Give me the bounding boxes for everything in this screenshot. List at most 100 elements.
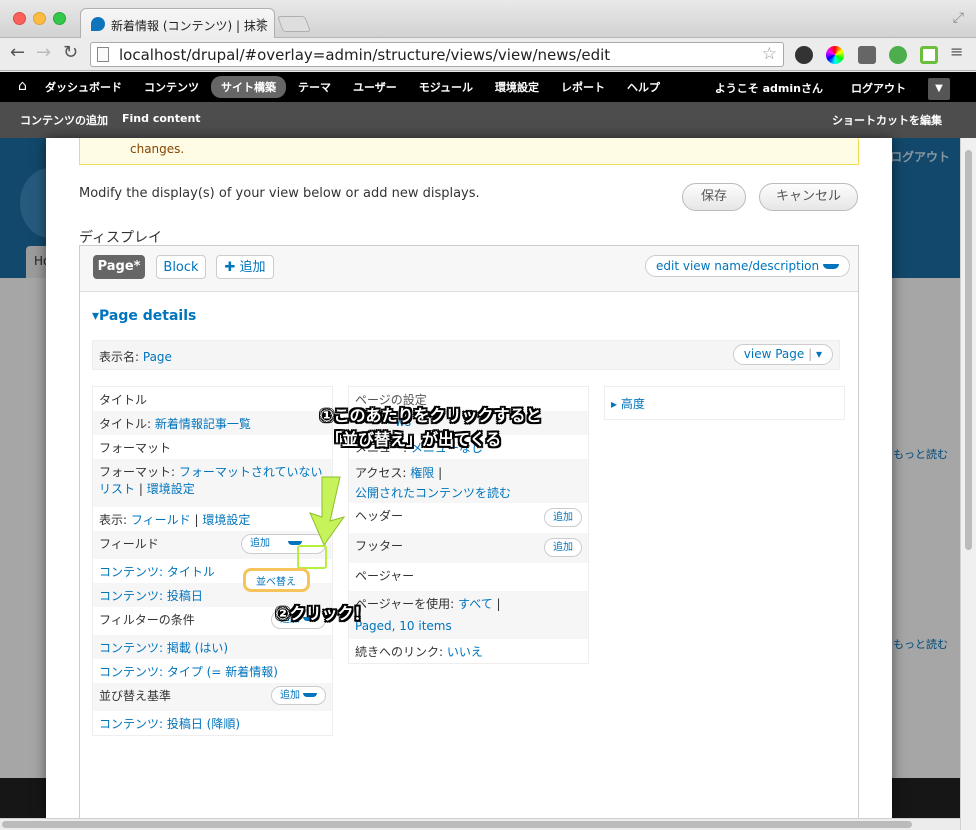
title-heading: タイトル <box>99 393 148 407</box>
reload-icon[interactable]: ↻ <box>63 42 78 63</box>
tab-page[interactable]: Page* <box>93 255 145 279</box>
view-page-button[interactable]: view Page | ▾ <box>732 344 833 365</box>
admin-menu: ダッシュボード コンテンツ サイト構築 テーマ ユーザー モジュール 環境設定 … <box>45 72 682 102</box>
incognito-extension-icon[interactable] <box>795 46 813 64</box>
access-value-link[interactable]: 権限 <box>410 466 434 480</box>
shortcut-add-content[interactable]: コンテンツの追加 <box>20 112 108 128</box>
pager-heading: ページャー <box>355 569 415 583</box>
display-name-bar: 表示名: Page view Page | ▾ <box>92 340 840 370</box>
forward-arrow-icon[interactable]: → <box>36 42 51 63</box>
sort-date-link[interactable]: コンテンツ: 投稿日 (降順) <box>93 711 332 735</box>
tab-block[interactable]: Block <box>156 255 206 279</box>
format-heading: フォーマット <box>99 441 172 455</box>
filter-published-link[interactable]: コンテンツ: 掲載 (はい) <box>93 635 332 659</box>
url-text: localhost/drupal/#overlay=admin/structur… <box>119 46 611 64</box>
annotation-highlight-caret <box>297 545 327 569</box>
views-edit-overlay: changes. Modify the display(s) of your v… <box>46 138 892 818</box>
warning-message: changes. <box>79 138 859 165</box>
minimize-window-button[interactable] <box>33 12 46 25</box>
logout-link[interactable]: ログアウト <box>851 80 906 96</box>
page-icon <box>97 47 109 62</box>
url-bar[interactable]: localhost/drupal/#overlay=admin/structur… <box>90 42 784 67</box>
sort-button[interactable]: 並べ替え <box>243 568 310 592</box>
display-name-link[interactable]: Page <box>143 350 172 364</box>
shortcuts-bar: コンテンツの追加 Find content ショートカットを編集 <box>0 102 976 138</box>
intro-text: Modify the display(s) of your view below… <box>79 186 480 201</box>
edit-view-name-button[interactable]: edit view name/description <box>645 255 851 277</box>
displays-panel: Page* Block ✚ 追加 edit view name/descript… <box>79 245 859 818</box>
chevron-down-icon: ▾ <box>815 347 822 361</box>
warning-text: changes. <box>130 142 185 156</box>
display-tabs: Page* Block ✚ 追加 edit view name/descript… <box>80 246 858 292</box>
extension-icon[interactable] <box>858 46 876 64</box>
save-button[interactable]: 保存 <box>682 183 746 211</box>
browser-toolbar: ← → ↻ localhost/drupal/#overlay=admin/st… <box>0 38 976 71</box>
filter-heading: フィルターの条件 <box>99 613 195 627</box>
annotation-step2: ②クリック！ <box>276 604 370 623</box>
menu-configuration[interactable]: 環境設定 <box>495 79 539 95</box>
menu-modules[interactable]: モジュール <box>419 79 473 95</box>
display-name-label: 表示名: <box>99 350 140 364</box>
footer-add-button[interactable]: 追加 <box>544 538 582 557</box>
edit-shortcuts-link[interactable]: ショートカットを編集 <box>832 112 942 128</box>
title-value-link[interactable]: 新着情報記事一覧 <box>155 417 251 431</box>
bookmark-star-icon[interactable]: ☆ <box>762 44 777 64</box>
fullscreen-icon[interactable]: ⤢ <box>953 10 964 26</box>
welcome-user[interactable]: ようこそ adminさん <box>715 80 823 96</box>
advanced-toggle[interactable]: ▸ 高度 <box>605 387 844 411</box>
drupal-admin-toolbar: ⌂ ダッシュボード コンテンツ サイト構築 テーマ ユーザー モジュール 環境設… <box>0 72 976 102</box>
drupal-favicon-icon <box>91 17 105 31</box>
shortcuts-toggle-button[interactable]: ▼ <box>928 78 950 100</box>
pager-items-link[interactable]: Paged, 10 items <box>349 615 588 639</box>
sort-add-button[interactable]: 追加 <box>271 686 326 705</box>
sort-heading: 並び替え基準 <box>99 689 172 703</box>
filter-type-link[interactable]: コンテンツ: タイプ (= 新着情報) <box>93 659 332 683</box>
annotation-step1-line1: ①このあたりをクリックすると <box>320 406 542 425</box>
show-settings-link[interactable]: 環境設定 <box>202 513 250 527</box>
displays-heading: ディスプレイ <box>79 230 163 246</box>
header-add-button[interactable]: 追加 <box>544 508 582 527</box>
access-label: アクセス: <box>355 466 407 480</box>
annotation-arrow <box>309 476 346 547</box>
menu-reports[interactable]: レポート <box>561 79 605 95</box>
title-label: タイトル: <box>99 417 152 431</box>
browser-tab[interactable]: 新着情報 (コンテンツ) | 抹茶 × <box>80 8 275 38</box>
more-link-label: 続きへのリンク: <box>355 645 444 659</box>
close-window-button[interactable] <box>13 12 26 25</box>
more-link-value[interactable]: いいえ <box>447 645 483 659</box>
column-advanced: ▸ 高度 <box>604 386 845 420</box>
dropdown-caret-icon <box>303 693 317 697</box>
shortcut-find-content[interactable]: Find content <box>122 112 201 128</box>
format-settings-link[interactable]: 環境設定 <box>147 482 195 496</box>
menu-content[interactable]: コンテンツ <box>144 79 199 95</box>
menu-structure[interactable]: サイト構築 <box>211 76 286 98</box>
show-value-link[interactable]: フィールド <box>131 513 191 527</box>
home-icon[interactable]: ⌂ <box>18 78 27 94</box>
show-label: 表示: <box>99 513 128 527</box>
gmail-extension-icon[interactable] <box>920 46 938 64</box>
color-picker-extension-icon[interactable] <box>826 46 844 64</box>
format-label: フォーマット: <box>99 465 176 479</box>
page-details-panel: ▾Page details 表示名: Page view Page | ▾ タイ… <box>80 292 858 818</box>
pager-value-link[interactable]: すべて <box>458 597 493 611</box>
tab-close-icon[interactable]: × <box>255 15 266 30</box>
page-details-toggle[interactable]: ▾Page details <box>92 308 196 324</box>
fields-heading: フィールド <box>99 537 159 551</box>
horizontal-scrollbar[interactable] <box>0 818 960 830</box>
menu-dashboard[interactable]: ダッシュボード <box>45 79 122 95</box>
vertical-scrollbar[interactable] <box>960 138 976 830</box>
back-arrow-icon[interactable]: ← <box>10 42 25 63</box>
access-permission-link[interactable]: 公開されたコンテンツを読む <box>355 486 511 500</box>
menu-help[interactable]: ヘルプ <box>627 79 660 95</box>
menu-people[interactable]: ユーザー <box>353 79 397 95</box>
menu-icon[interactable]: ≡ <box>950 42 963 61</box>
cancel-button[interactable]: キャンセル <box>759 183 858 211</box>
browser-titlebar: 新着情報 (コンテンツ) | 抹茶 × ⤢ <box>0 0 976 38</box>
add-display-button[interactable]: ✚ 追加 <box>216 255 274 279</box>
zoom-window-button[interactable] <box>53 12 66 25</box>
footer-heading: フッター <box>355 539 404 553</box>
menu-appearance[interactable]: テーマ <box>298 79 331 95</box>
evernote-extension-icon[interactable] <box>889 46 907 64</box>
new-tab-button[interactable] <box>277 16 311 32</box>
dropdown-caret-icon <box>823 264 840 269</box>
